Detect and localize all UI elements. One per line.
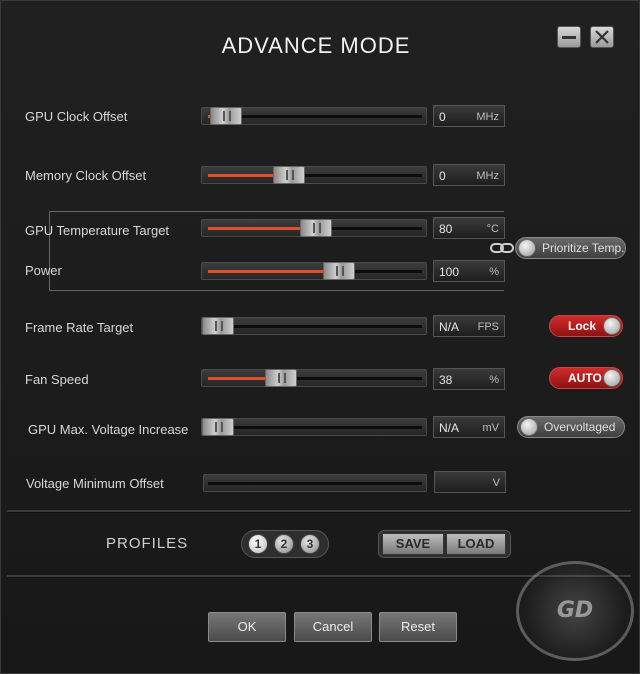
slider-thumb[interactable]	[265, 369, 297, 387]
profile-2-button[interactable]: 2	[274, 534, 294, 554]
save-button[interactable]: SAVE	[382, 533, 444, 555]
toggle-knob	[603, 369, 621, 387]
field-value: N/A	[439, 320, 460, 334]
link-icon[interactable]	[490, 241, 514, 255]
fan-speed-label: Fan Speed	[25, 372, 89, 387]
gpu-clock-offset-slider[interactable]	[201, 107, 427, 125]
prioritize-temp-toggle[interactable]: Prioritize Temp.	[515, 237, 626, 259]
field-unit: %	[489, 266, 499, 278]
field-value: N/A	[439, 421, 460, 435]
frame-rate-target-field[interactable]: N/A FPS	[433, 315, 505, 337]
slider-thumb[interactable]	[300, 219, 332, 237]
memory-clock-offset-label: Memory Clock Offset	[25, 168, 147, 183]
slider-thumb[interactable]	[202, 418, 234, 436]
slider-thumb[interactable]	[202, 317, 234, 335]
voltage-minimum-offset-label: Voltage Minimum Offset	[26, 476, 164, 491]
voltage-minimum-offset-field[interactable]: V	[434, 471, 506, 493]
close-button[interactable]	[590, 26, 614, 48]
slider-thumb[interactable]	[210, 107, 242, 125]
gpu-clock-offset-label: GPU Clock Offset	[25, 109, 128, 124]
divider	[7, 510, 631, 513]
advance-mode-window: ADVANCE MODE GPU Clock Offset 0 MHz Memo…	[0, 0, 640, 674]
profile-1-button[interactable]: 1	[248, 534, 268, 554]
field-value: 0	[439, 110, 446, 124]
field-unit: V	[492, 477, 500, 489]
field-unit: MHz	[476, 170, 499, 182]
toggle-knob	[603, 317, 621, 335]
field-value: 38	[439, 373, 453, 387]
memory-clock-offset-field[interactable]: 0 MHz	[433, 164, 505, 186]
slider-fill	[208, 227, 310, 230]
field-unit: FPS	[477, 321, 499, 333]
frame-rate-target-label: Frame Rate Target	[25, 320, 134, 335]
overvoltaged-toggle[interactable]: Overvoltaged	[517, 416, 625, 438]
toggle-label: Overvoltaged	[544, 420, 616, 434]
gpu-temperature-target-field[interactable]: 80 °C	[433, 217, 505, 239]
field-unit: %	[489, 374, 499, 386]
ok-button[interactable]: OK	[208, 612, 286, 642]
toggle-label: AUTO	[568, 371, 602, 385]
profiles-label: PROFILES	[106, 535, 189, 552]
gpu-max-voltage-increase-field[interactable]: N/A mV	[433, 416, 505, 438]
field-value: 80	[439, 222, 453, 236]
power-slider[interactable]	[201, 262, 427, 280]
lock-toggle[interactable]: Lock	[549, 315, 623, 337]
field-value: 0	[439, 169, 446, 183]
reset-button[interactable]: Reset	[379, 612, 457, 642]
gpu-max-voltage-increase-label: GPU Max. Voltage Increase	[28, 422, 189, 437]
watermark-logo: GD	[516, 561, 634, 661]
load-button[interactable]: LOAD	[446, 533, 506, 555]
field-unit: mV	[482, 422, 500, 434]
gpu-max-voltage-increase-slider[interactable]	[201, 418, 427, 436]
field-value: 100	[439, 265, 460, 279]
fan-speed-field[interactable]: 38 %	[433, 368, 505, 390]
slider-fill	[208, 174, 283, 177]
gpu-temperature-target-label: GPU Temperature Target	[25, 223, 170, 238]
power-field[interactable]: 100 %	[433, 260, 505, 282]
fan-auto-toggle[interactable]: AUTO	[549, 367, 623, 389]
close-icon	[595, 30, 609, 44]
slider-thumb[interactable]	[323, 262, 355, 280]
field-unit: MHz	[476, 111, 499, 123]
power-label: Power	[25, 263, 62, 278]
slider-fill	[208, 270, 333, 273]
voltage-minimum-offset-slider[interactable]	[203, 474, 427, 492]
toggle-label: Lock	[568, 319, 597, 333]
memory-clock-offset-slider[interactable]	[201, 166, 427, 184]
frame-rate-target-slider[interactable]	[201, 317, 427, 335]
gpu-clock-offset-field[interactable]: 0 MHz	[433, 105, 505, 127]
cancel-button[interactable]: Cancel	[294, 612, 372, 642]
toggle-knob	[520, 418, 538, 436]
field-unit: °C	[486, 223, 499, 235]
slider-thumb[interactable]	[273, 166, 305, 184]
toggle-label: Prioritize Temp.	[542, 241, 625, 255]
window-title: ADVANCE MODE	[221, 33, 411, 58]
toggle-knob	[518, 239, 536, 257]
gpu-temperature-target-slider[interactable]	[201, 219, 427, 237]
profile-actions: SAVE LOAD	[378, 530, 511, 558]
profile-selector: 1 2 3	[241, 530, 329, 558]
minimize-button[interactable]	[557, 26, 581, 48]
fan-speed-slider[interactable]	[201, 369, 427, 387]
profile-3-button[interactable]: 3	[300, 534, 320, 554]
